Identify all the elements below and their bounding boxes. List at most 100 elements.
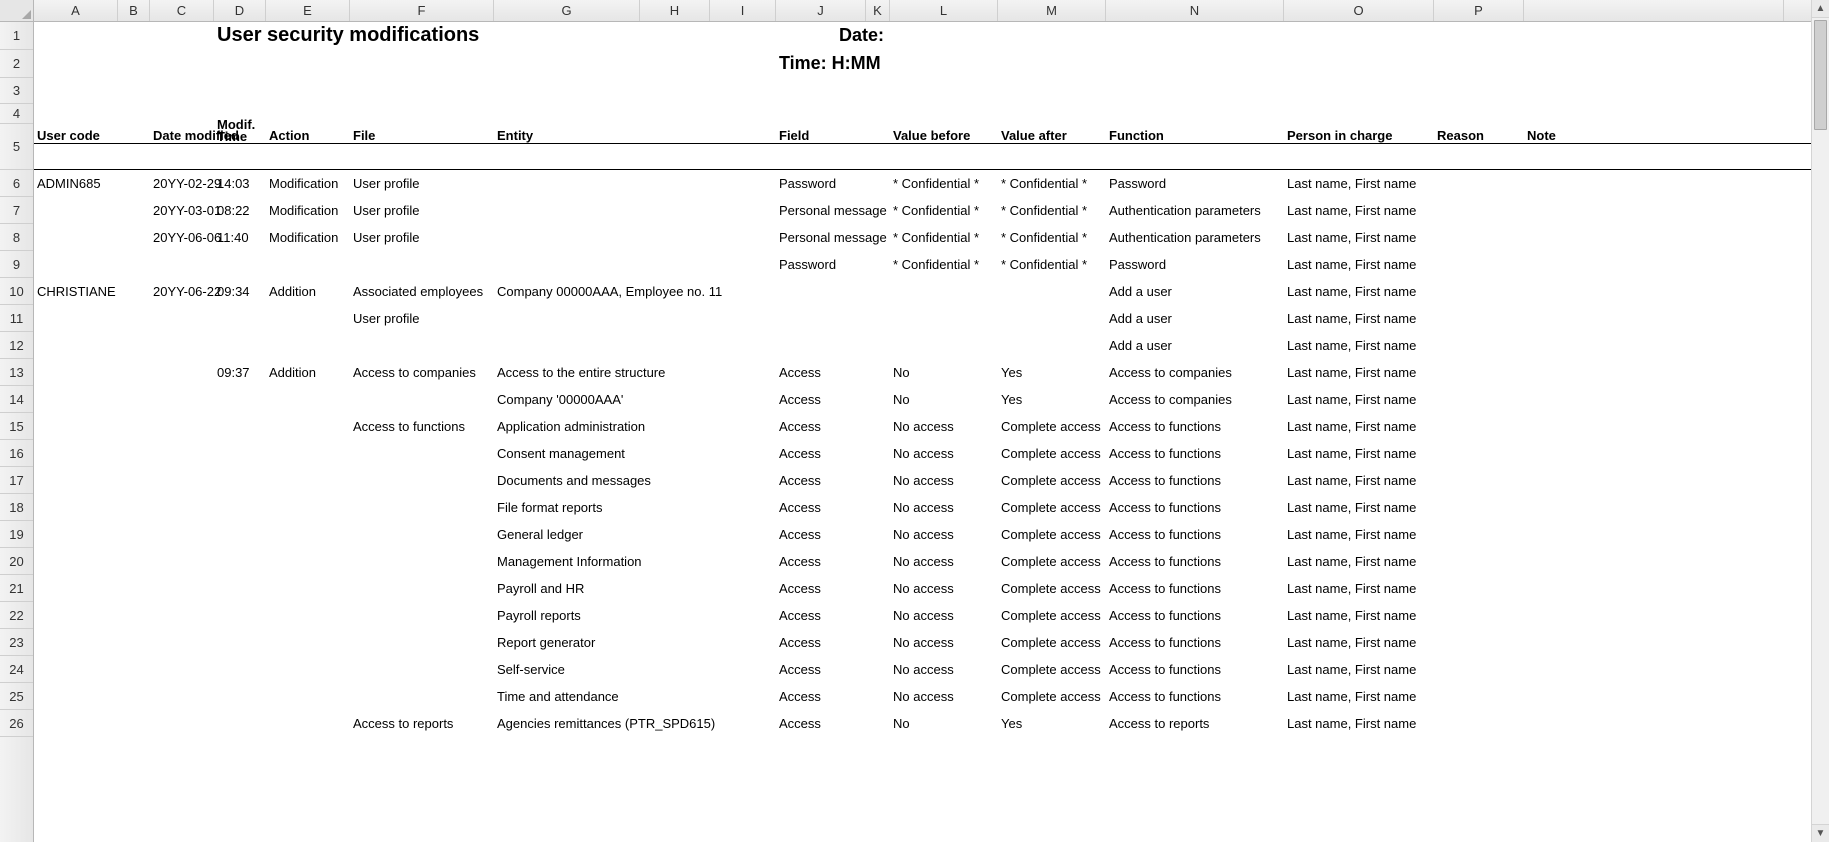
cell-H7[interactable] [640, 197, 710, 223]
cell-G2[interactable] [494, 50, 640, 77]
cell-F9[interactable] [350, 251, 494, 277]
cell-J14[interactable]: Access [776, 386, 866, 412]
cell-I25[interactable] [710, 683, 776, 709]
cell-P11[interactable] [1434, 305, 1524, 331]
cell-Q10[interactable] [1524, 278, 1784, 304]
cell-I19[interactable] [710, 521, 776, 547]
cell-L11[interactable] [890, 305, 998, 331]
cell-Q17[interactable] [1524, 467, 1784, 493]
column-header[interactable]: F [350, 0, 494, 21]
cell-B22[interactable] [118, 602, 150, 628]
cell-M10[interactable] [998, 278, 1106, 304]
cell-J10[interactable] [776, 278, 866, 304]
cell-I12[interactable] [710, 332, 776, 358]
cell-H25[interactable] [640, 683, 710, 709]
cell-Q7[interactable] [1524, 197, 1784, 223]
column-header[interactable]: J [776, 0, 866, 21]
cell-G13[interactable]: Access to the entire structure [494, 359, 640, 385]
cell-P21[interactable] [1434, 575, 1524, 601]
cell-P23[interactable] [1434, 629, 1524, 655]
cell-L19[interactable]: No access [890, 521, 998, 547]
cell-M18[interactable]: Complete access [998, 494, 1106, 520]
cell-N18[interactable]: Access to functions [1106, 494, 1284, 520]
cell-B13[interactable] [118, 359, 150, 385]
cell-E2[interactable] [266, 50, 350, 77]
column-header[interactable]: L [890, 0, 998, 21]
cell-O15[interactable]: Last name, First name [1284, 413, 1434, 439]
cell-P10[interactable] [1434, 278, 1524, 304]
cell-D15[interactable] [214, 413, 266, 439]
scroll-thumb[interactable] [1814, 20, 1827, 130]
cell-O20[interactable]: Last name, First name [1284, 548, 1434, 574]
cell-Q13[interactable] [1524, 359, 1784, 385]
cell-O1[interactable] [1284, 22, 1434, 49]
cell-E15[interactable] [266, 413, 350, 439]
cell-G8[interactable] [494, 224, 640, 250]
cell-K17[interactable] [866, 467, 890, 493]
cell-G14[interactable]: Company '00000AAA' [494, 386, 640, 412]
cell-L6[interactable]: * Confidential * [890, 170, 998, 196]
cell-F14[interactable] [350, 386, 494, 412]
cell-P17[interactable] [1434, 467, 1524, 493]
cell-D6[interactable]: 14:03 [214, 170, 266, 196]
cell-G7[interactable] [494, 197, 640, 223]
cell-J4[interactable]: Field [776, 128, 866, 143]
cell-Q3[interactable] [1524, 78, 1784, 103]
cell-H19[interactable] [640, 521, 710, 547]
cell-O21[interactable]: Last name, First name [1284, 575, 1434, 601]
cell-D26[interactable] [214, 710, 266, 736]
cell-L26[interactable]: No [890, 710, 998, 736]
cell-A17[interactable] [34, 467, 118, 493]
row-header[interactable]: 3 [0, 78, 33, 104]
cell-O16[interactable]: Last name, First name [1284, 440, 1434, 466]
cell-L15[interactable]: No access [890, 413, 998, 439]
row-header[interactable]: 2 [0, 50, 33, 78]
cell-I13[interactable] [710, 359, 776, 385]
cell-K24[interactable] [866, 656, 890, 682]
cell-J7[interactable]: Personal message [776, 197, 866, 223]
select-all-corner[interactable] [0, 0, 34, 22]
cell-O6[interactable]: Last name, First name [1284, 170, 1434, 196]
cell-I15[interactable] [710, 413, 776, 439]
cell-N5[interactable] [1106, 144, 1284, 169]
cell-N21[interactable]: Access to functions [1106, 575, 1284, 601]
cell-F22[interactable] [350, 602, 494, 628]
cell-F25[interactable] [350, 683, 494, 709]
cell-L1[interactable] [890, 22, 998, 49]
cell-J25[interactable]: Access [776, 683, 866, 709]
cell-E11[interactable] [266, 305, 350, 331]
cell-L8[interactable]: * Confidential * [890, 224, 998, 250]
cell-C18[interactable] [150, 494, 214, 520]
cell-N7[interactable]: Authentication parameters [1106, 197, 1284, 223]
cell-C6[interactable]: 20YY-02-29 [150, 170, 214, 196]
cell-G3[interactable] [494, 78, 640, 103]
cell-H22[interactable] [640, 602, 710, 628]
cell-C22[interactable] [150, 602, 214, 628]
cell-D1[interactable]: User security modifications [214, 22, 266, 49]
cell-I8[interactable] [710, 224, 776, 250]
cell-J3[interactable] [776, 78, 866, 103]
cell-H24[interactable] [640, 656, 710, 682]
cell-K11[interactable] [866, 305, 890, 331]
cell-G17[interactable]: Documents and messages [494, 467, 640, 493]
cell-B14[interactable] [118, 386, 150, 412]
cell-E4[interactable]: Action [266, 128, 350, 143]
cell-E22[interactable] [266, 602, 350, 628]
cell-O23[interactable]: Last name, First name [1284, 629, 1434, 655]
cell-H5[interactable] [640, 144, 710, 169]
cell-Q20[interactable] [1524, 548, 1784, 574]
cell-K14[interactable] [866, 386, 890, 412]
cell-M1[interactable] [998, 22, 1106, 49]
cell-N9[interactable]: Password [1106, 251, 1284, 277]
cell-L24[interactable]: No access [890, 656, 998, 682]
row-header[interactable]: 22 [0, 602, 33, 629]
cell-A5[interactable] [34, 144, 118, 169]
cell-L7[interactable]: * Confidential * [890, 197, 998, 223]
cell-L20[interactable]: No access [890, 548, 998, 574]
cell-D9[interactable] [214, 251, 266, 277]
cell-A6[interactable]: ADMIN685 [34, 170, 118, 196]
cell-C8[interactable]: 20YY-06-06 [150, 224, 214, 250]
cell-B3[interactable] [118, 78, 150, 103]
cell-Q6[interactable] [1524, 170, 1784, 196]
cell-N22[interactable]: Access to functions [1106, 602, 1284, 628]
